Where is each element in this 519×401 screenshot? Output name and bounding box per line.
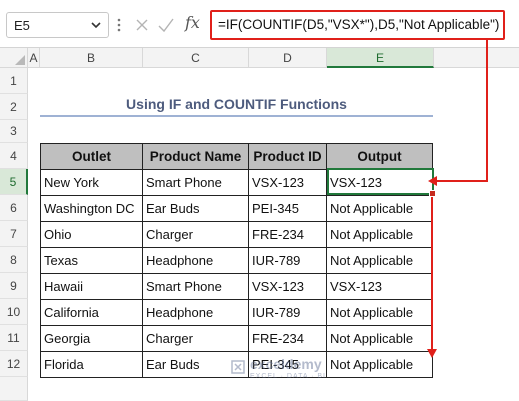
table-row: Texas Headphone IUR-789 Not Applicable [40, 247, 433, 274]
cell-product-name[interactable]: Charger [142, 221, 249, 248]
cell-outlet[interactable]: Washington DC [40, 195, 143, 222]
cell-output[interactable]: VSX-123 [326, 273, 433, 300]
cell-product-name[interactable]: Ear Buds [142, 195, 249, 222]
cell-product-name[interactable]: Headphone [142, 247, 249, 274]
title-underline [40, 115, 433, 117]
fill-handle[interactable] [429, 190, 436, 197]
cell-product-id[interactable]: VSX-123 [248, 169, 327, 196]
insert-function-button[interactable]: fx [185, 13, 200, 32]
row-header-6[interactable]: 6 [0, 195, 28, 221]
table-row: California Headphone IUR-789 Not Applica… [40, 299, 433, 326]
column-header-b[interactable]: B [40, 48, 143, 68]
table-row: Ohio Charger FRE-234 Not Applicable [40, 221, 433, 248]
cell-product-id[interactable]: IUR-789 [248, 247, 327, 274]
header-product-id[interactable]: Product ID [248, 143, 327, 170]
cell-output[interactable]: Not Applicable [326, 299, 433, 326]
confirm-icon[interactable] [156, 15, 176, 35]
watermark: exceldemy EXCEL · DATA · BI [230, 355, 360, 385]
table-row: Hawaii Smart Phone VSX-123 VSX-123 [40, 273, 433, 300]
column-header-d[interactable]: D [249, 48, 327, 68]
cell-product-name[interactable]: Smart Phone [142, 273, 249, 300]
name-box[interactable]: E5 [6, 12, 109, 38]
data-table: Outlet Product Name Product ID Output Ne… [40, 143, 433, 378]
column-header-e[interactable]: E [327, 48, 434, 68]
row-header-5[interactable]: 5 [0, 169, 28, 195]
header-outlet[interactable]: Outlet [40, 143, 143, 170]
corner-triangle-icon [15, 55, 25, 65]
cell-product-name[interactable]: Headphone [142, 299, 249, 326]
exceldemy-logo-icon [231, 360, 245, 374]
table-header-row: Outlet Product Name Product ID Output [40, 143, 433, 170]
cell-product-name[interactable]: Charger [142, 325, 249, 352]
watermark-name: exceldemy [250, 356, 322, 372]
cell-output[interactable]: VSX-123 [326, 169, 433, 196]
cell-outlet[interactable]: New York [40, 169, 143, 196]
cell-outlet[interactable]: Georgia [40, 325, 143, 352]
table-row: Georgia Charger FRE-234 Not Applicable [40, 325, 433, 352]
chevron-down-icon[interactable] [88, 17, 104, 33]
table-row: New York Smart Phone VSX-123 VSX-123 [40, 169, 433, 196]
header-product-name[interactable]: Product Name [142, 143, 249, 170]
cell-product-id[interactable]: VSX-123 [248, 273, 327, 300]
row-header-7[interactable]: 7 [0, 221, 28, 247]
row-header-9[interactable]: 9 [0, 273, 28, 299]
more-options-icon[interactable] [115, 14, 123, 36]
table-row: Washington DC Ear Buds PEI-345 Not Appli… [40, 195, 433, 222]
watermark-tagline: EXCEL · DATA · BI [250, 373, 326, 380]
row-header-2[interactable]: 2 [0, 94, 28, 120]
column-header-f[interactable] [434, 48, 519, 68]
formula-text: =IF(COUNTIF(D5,"VSX*"),D5,"Not Applicabl… [218, 17, 500, 32]
cell-outlet[interactable]: Ohio [40, 221, 143, 248]
row-header-12[interactable]: 12 [0, 351, 28, 377]
column-header-c[interactable]: C [143, 48, 249, 68]
cell-outlet[interactable]: California [40, 299, 143, 326]
header-output[interactable]: Output [326, 143, 433, 170]
row-header-3[interactable]: 3 [0, 120, 28, 143]
cell-product-name[interactable]: Smart Phone [142, 169, 249, 196]
cell-product-id[interactable]: FRE-234 [248, 325, 327, 352]
cell-product-id[interactable]: IUR-789 [248, 299, 327, 326]
cell-outlet[interactable]: Texas [40, 247, 143, 274]
row-header-8[interactable]: 8 [0, 247, 28, 273]
row-header-13[interactable] [0, 377, 28, 401]
cell-product-id[interactable]: PEI-345 [248, 195, 327, 222]
cell-output[interactable]: Not Applicable [326, 247, 433, 274]
select-all-corner[interactable] [0, 48, 28, 68]
formula-input[interactable]: =IF(COUNTIF(D5,"VSX*"),D5,"Not Applicabl… [210, 10, 505, 40]
formula-buttons: fx [128, 12, 206, 38]
name-box-value: E5 [14, 18, 30, 33]
row-header-1[interactable]: 1 [0, 68, 28, 94]
column-header-a[interactable]: A [28, 48, 40, 68]
cell-output[interactable]: Not Applicable [326, 221, 433, 248]
cancel-icon[interactable] [132, 15, 152, 35]
formula-bar: E5 fx =IF(COUNTIF(D5,"VSX*"),D5,"Not App… [0, 0, 519, 48]
row-header-11[interactable]: 11 [0, 325, 28, 351]
row-header-4[interactable]: 4 [0, 143, 28, 169]
cell-outlet[interactable]: Hawaii [40, 273, 143, 300]
row-header-10[interactable]: 10 [0, 299, 28, 325]
cell-outlet[interactable]: Florida [40, 351, 143, 378]
cell-product-id[interactable]: FRE-234 [248, 221, 327, 248]
cell-output[interactable]: Not Applicable [326, 195, 433, 222]
cell-output[interactable]: Not Applicable [326, 325, 433, 352]
